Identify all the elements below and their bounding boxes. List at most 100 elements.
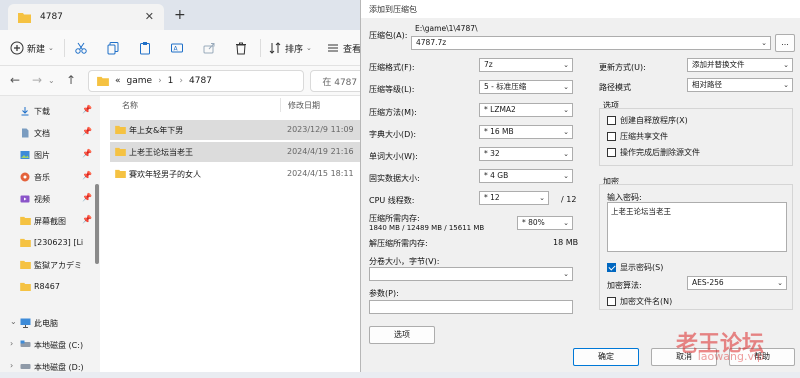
- clipboard-icon: [138, 41, 152, 55]
- shared-files-checkbox[interactable]: 压缩共享文件: [607, 131, 668, 142]
- forward-arrow-icon[interactable]: →: [32, 73, 42, 87]
- rename-button[interactable]: A: [170, 38, 184, 58]
- method-select[interactable]: * LZMA2⌄: [479, 103, 573, 117]
- breadcrumb-overflow[interactable]: «: [115, 76, 121, 86]
- pin-icon: 📌: [82, 171, 92, 180]
- path-mode-label: 路径模式: [599, 82, 631, 93]
- level-select[interactable]: 5 - 标准压缩⌄: [479, 80, 573, 94]
- plus-circle-icon: [10, 41, 24, 55]
- update-label: 更新方式(U):: [599, 62, 646, 73]
- encryption-method-select[interactable]: AES-256⌄: [687, 276, 787, 290]
- delete-button[interactable]: [234, 38, 248, 58]
- chevron-down-icon[interactable]: ⌄: [48, 76, 55, 85]
- pin-icon: 📌: [82, 105, 92, 114]
- column-header-date[interactable]: 修改日期: [288, 100, 320, 111]
- drive-icon: [20, 340, 31, 350]
- nav-item-folder[interactable]: 監獄アカデミ: [0, 254, 100, 276]
- copy-icon: [106, 41, 120, 55]
- method-label: 压缩方法(M):: [369, 107, 417, 118]
- show-password-checkbox[interactable]: 显示密码(S): [607, 262, 663, 273]
- nav-item-drive-c[interactable]: › 本地磁盘 (C:): [0, 334, 100, 356]
- split-combo[interactable]: ⌄: [369, 267, 573, 281]
- computer-icon: [20, 318, 31, 330]
- breadcrumb-4787[interactable]: 4787: [189, 76, 212, 86]
- word-select[interactable]: * 32⌄: [479, 147, 573, 161]
- nav-item-screenshots[interactable]: 屏幕截图 📌: [0, 210, 100, 232]
- memory-detail: 1840 MB / 12489 MB / 15611 MB: [369, 224, 484, 232]
- dict-select[interactable]: * 16 MB⌄: [479, 125, 573, 139]
- encrypt-filenames-checkbox[interactable]: 加密文件名(N): [607, 296, 672, 307]
- nav-item-pictures[interactable]: 图片 📌: [0, 144, 100, 166]
- folder-icon: [20, 238, 31, 249]
- format-select[interactable]: 7z⌄: [479, 58, 573, 72]
- chevron-down-icon: ⌄: [563, 59, 569, 71]
- back-arrow-icon[interactable]: ←: [10, 73, 20, 87]
- up-arrow-icon[interactable]: ↑: [66, 73, 76, 87]
- nav-item-music[interactable]: 音乐 📌: [0, 166, 100, 188]
- level-label: 压缩等级(L):: [369, 84, 414, 95]
- browse-button[interactable]: ...: [775, 34, 795, 52]
- chevron-right-icon[interactable]: ›: [10, 361, 13, 370]
- nav-item-videos[interactable]: 视频 📌: [0, 188, 100, 210]
- breadcrumb-1[interactable]: 1: [168, 76, 174, 86]
- memory-label: 压缩所需内存:: [369, 213, 420, 224]
- scissors-icon: [74, 41, 88, 55]
- dict-label: 字典大小(D):: [369, 129, 416, 140]
- path-mode-select[interactable]: 相对路径⌄: [687, 78, 793, 92]
- chevron-down-icon[interactable]: ⌄: [10, 317, 17, 326]
- download-icon: [20, 106, 30, 118]
- share-button[interactable]: [202, 38, 216, 58]
- video-icon: [20, 194, 30, 206]
- folder-icon: [20, 282, 31, 293]
- nav-item-drive-d[interactable]: › 本地磁盘 (D:): [0, 356, 100, 378]
- add-to-archive-dialog: 添加到压缩包 压缩包(A): E:\game\1\4787\ 4787.7z⌄ …: [360, 0, 800, 372]
- ok-button[interactable]: 确定: [573, 348, 639, 366]
- sort-icon: [268, 41, 282, 55]
- nav-item-folder[interactable]: [230623] [Li: [0, 232, 100, 254]
- nav-scrollbar[interactable]: [95, 184, 99, 264]
- chevron-down-icon: ⌄: [761, 37, 767, 49]
- cpu-select[interactable]: * 12⌄: [479, 191, 549, 205]
- chevron-down-icon: ⌄: [563, 148, 569, 160]
- solid-select[interactable]: * 4 GB⌄: [479, 169, 573, 183]
- delete-source-checkbox[interactable]: 操作完成后删除源文件: [607, 147, 700, 158]
- chevron-down-icon: ⌄: [563, 104, 569, 116]
- nav-item-this-pc[interactable]: ⌄ 此电脑: [0, 312, 100, 334]
- cut-button[interactable]: [74, 38, 88, 58]
- folder-icon: [20, 216, 31, 227]
- new-tab-button[interactable]: +: [174, 7, 186, 23]
- list-item[interactable]: 賽欢年轻男子的女人 2024/4/15 18:11: [110, 164, 370, 184]
- column-header-name[interactable]: 名称: [122, 100, 138, 111]
- nav-item-downloads[interactable]: 下载 📌: [0, 100, 100, 122]
- sfx-checkbox[interactable]: 创建自释放程序(X): [607, 115, 688, 126]
- copy-button[interactable]: [106, 38, 120, 58]
- chevron-down-icon: ⌄: [783, 79, 789, 91]
- share-icon: [202, 41, 216, 55]
- archive-label: 压缩包(A):: [369, 30, 407, 41]
- list-item[interactable]: 上老王论坛当老王 2024/4/19 21:16: [110, 142, 370, 162]
- pin-icon: 📌: [82, 149, 92, 158]
- breadcrumb[interactable]: « game › 1 › 4787: [88, 70, 304, 92]
- memory-percent-select[interactable]: * 80%⌄: [517, 216, 573, 230]
- music-icon: [20, 172, 30, 184]
- password-input[interactable]: 上老王论坛当老王: [607, 202, 787, 252]
- options-button[interactable]: 选项: [369, 326, 435, 344]
- document-icon: [20, 128, 30, 140]
- nav-item-documents[interactable]: 文档 📌: [0, 122, 100, 144]
- view-button[interactable]: 查看: [326, 38, 361, 58]
- sort-button[interactable]: 排序 ⌄: [268, 38, 312, 58]
- drive-icon: [20, 362, 31, 372]
- paste-button[interactable]: [138, 38, 152, 58]
- list-item[interactable]: 年上女&年下男 2023/12/9 11:09: [110, 120, 370, 140]
- breadcrumb-game[interactable]: game: [127, 76, 153, 86]
- archive-name-combo[interactable]: 4787.7z⌄: [411, 36, 771, 50]
- folder-icon: [97, 76, 109, 86]
- close-tab-icon[interactable]: ✕: [145, 10, 154, 23]
- tab-4787[interactable]: 4787 ✕: [8, 4, 164, 30]
- new-button[interactable]: 新建 ⌄: [10, 38, 54, 58]
- nav-item-folder[interactable]: R8467: [0, 276, 100, 298]
- update-select[interactable]: 添加并替换文件⌄: [687, 58, 793, 72]
- params-input[interactable]: [369, 300, 573, 314]
- view-label: 查看: [343, 42, 361, 55]
- chevron-right-icon[interactable]: ›: [10, 339, 13, 348]
